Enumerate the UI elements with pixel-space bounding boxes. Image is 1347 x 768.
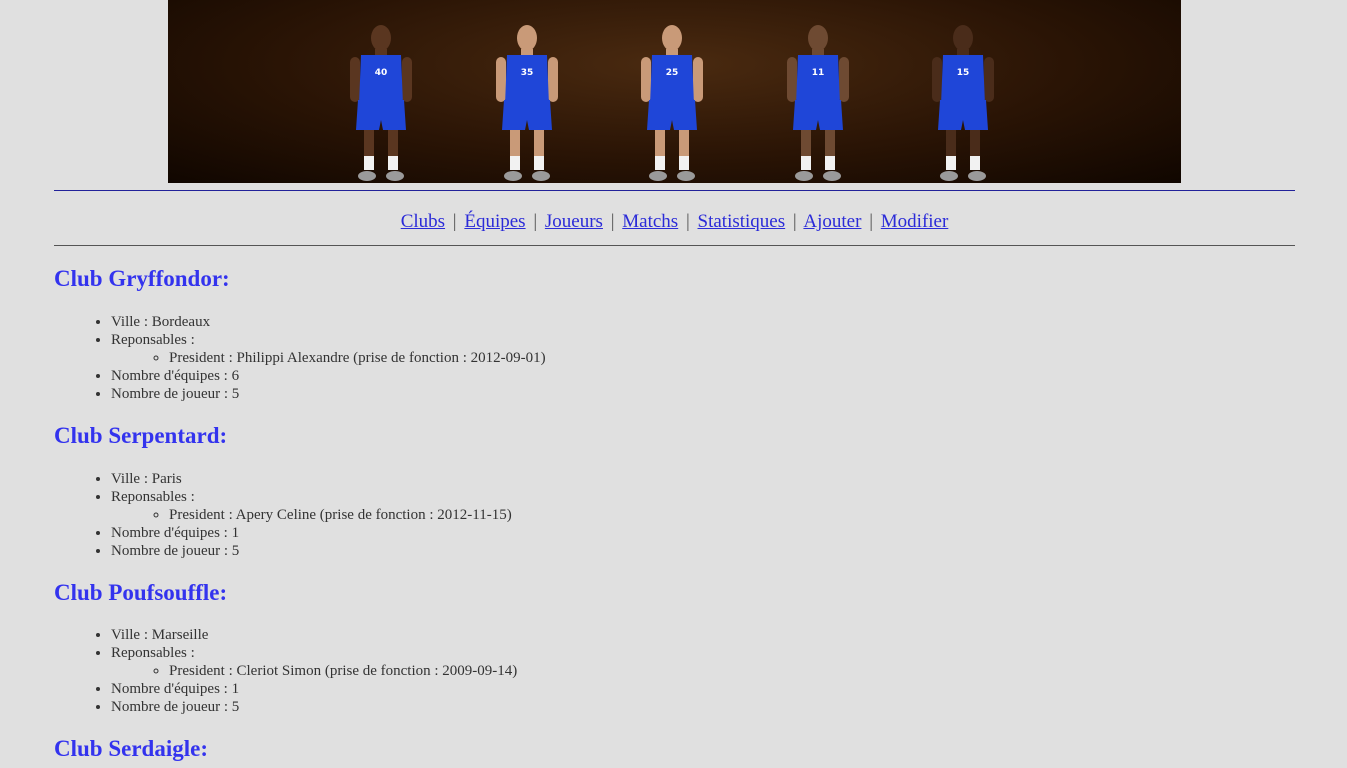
club-ville: Ville : Paris [111, 470, 512, 488]
club-nombre-joueurs: Nombre de joueur : 5 [111, 698, 517, 716]
nav-separator: | [452, 211, 457, 232]
club-info-list: Ville : Marseille Reponsables : Presiden… [111, 626, 517, 716]
jersey-number: 40 [375, 68, 388, 78]
club-responsables-label: Reponsables : [111, 332, 195, 348]
page: 40 35 25 11 15 Clubs | Équipes | Joueurs | M… [0, 0, 1347, 768]
club-nombre-equipes: Nombre d'équipes : 1 [111, 680, 517, 698]
nav-modifier-link[interactable]: Modifier [881, 211, 949, 232]
club-info-list: Ville : Paris Reponsables : President : … [111, 470, 512, 560]
player-figure: 11 [787, 25, 849, 181]
club-nombre-equipes: Nombre d'équipes : 6 [111, 367, 546, 385]
club-heading: Club Serdaigle: [54, 736, 208, 761]
nav-separator: | [610, 211, 615, 232]
nav-clubs-link[interactable]: Clubs [401, 211, 445, 232]
club-nombre-joueurs: Nombre de joueur : 5 [111, 385, 546, 403]
club-responsables: Reponsables : President : Cleriot Simon … [111, 644, 517, 680]
nav-separator: | [685, 211, 690, 232]
player-figure: 25 [641, 25, 703, 181]
club-heading: Club Serpentard: [54, 423, 228, 448]
jersey-number: 25 [666, 68, 679, 78]
top-divider [54, 190, 1295, 191]
responsables-list: President : Cleriot Simon (prise de fonc… [111, 662, 517, 680]
responsables-list: President : Apery Celine (prise de fonct… [111, 506, 512, 524]
club-responsables-label: Reponsables : [111, 645, 195, 661]
club-responsables: Reponsables : President : Apery Celine (… [111, 488, 512, 524]
jersey-number: 35 [521, 68, 534, 78]
player-figure: 35 [496, 25, 558, 181]
club-info-list: Ville : Bordeaux Reponsables : President… [111, 313, 546, 403]
jersey-number: 11 [812, 68, 825, 78]
player-figure: 40 [350, 25, 412, 181]
nav-separator: | [792, 211, 797, 232]
nav-ajouter-link[interactable]: Ajouter [803, 211, 861, 232]
club-president: President : Cleriot Simon (prise de fonc… [169, 662, 517, 680]
club-ville: Ville : Marseille [111, 626, 517, 644]
responsables-list: President : Philippi Alexandre (prise de… [111, 349, 546, 367]
bottom-divider [54, 245, 1295, 246]
main-nav: Clubs | Équipes | Joueurs | Matchs | Sta… [54, 211, 1295, 233]
nav-joueurs-link[interactable]: Joueurs [545, 211, 603, 232]
club-heading: Club Poufsouffle: [54, 580, 228, 605]
nav-separator: | [533, 211, 538, 232]
club-responsables: Reponsables : President : Philippi Alexa… [111, 331, 546, 367]
club-president: President : Philippi Alexandre (prise de… [169, 349, 546, 367]
header-banner-image: 40 35 25 11 15 [168, 0, 1181, 183]
club-nombre-equipes: Nombre d'équipes : 1 [111, 524, 512, 542]
club-ville: Ville : Bordeaux [111, 313, 546, 331]
club-heading: Club Gryffondor: [54, 266, 230, 291]
nav-statistiques-link[interactable]: Statistiques [698, 211, 786, 232]
nav-matchs-link[interactable]: Matchs [622, 211, 678, 232]
club-responsables-label: Reponsables : [111, 489, 195, 505]
club-president: President : Apery Celine (prise de fonct… [169, 506, 512, 524]
nav-equipes-link[interactable]: Équipes [464, 211, 525, 232]
nav-separator: | [869, 211, 874, 232]
club-nombre-joueurs: Nombre de joueur : 5 [111, 542, 512, 560]
basketball-players-illustration: 40 35 25 11 15 [350, 25, 994, 181]
jersey-number: 15 [957, 68, 970, 78]
player-figure: 15 [932, 25, 994, 181]
